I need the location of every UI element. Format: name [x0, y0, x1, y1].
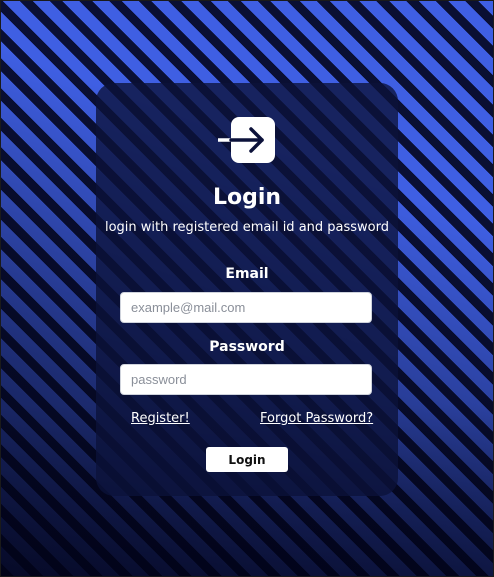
login-button[interactable]: Login [206, 447, 288, 472]
register-link[interactable]: Register! [131, 411, 190, 426]
page-subtitle: login with registered email id and passw… [104, 220, 390, 235]
page-title: Login [212, 185, 282, 210]
arrow-right-icon [218, 127, 264, 153]
email-field[interactable] [120, 292, 372, 323]
login-arrow-icon [218, 117, 276, 163]
background: Login login with registered email id and… [0, 0, 494, 577]
password-label: Password [209, 339, 285, 355]
password-field[interactable] [120, 364, 372, 395]
email-label: Email [225, 266, 269, 282]
forgot-password-link[interactable]: Forgot Password? [260, 411, 373, 426]
login-card: Login login with registered email id and… [96, 83, 398, 496]
